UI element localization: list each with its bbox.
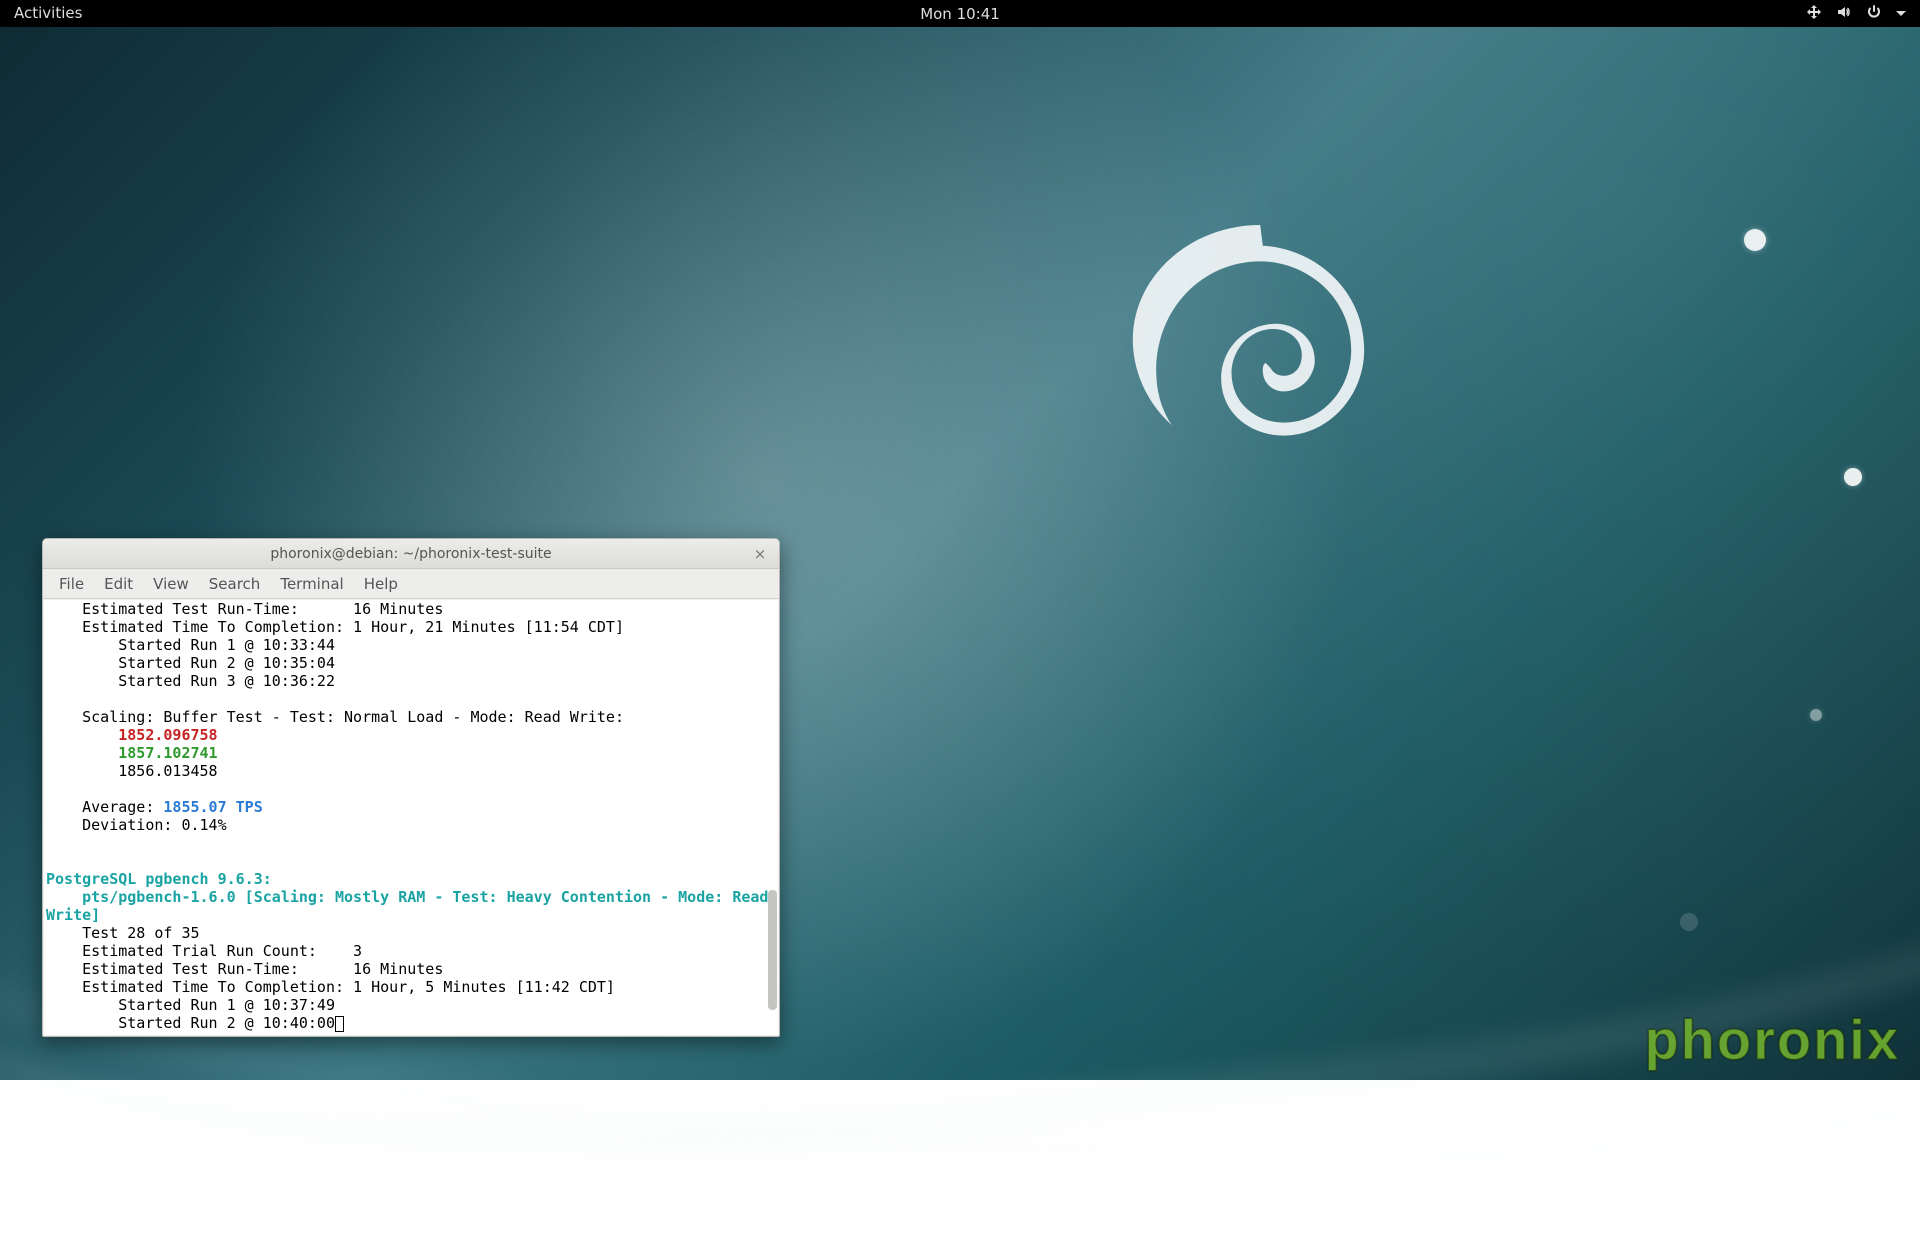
- phoronix-watermark: phoronix: [1644, 1007, 1900, 1072]
- menu-file[interactable]: File: [49, 571, 94, 597]
- window-titlebar[interactable]: phoronix@debian: ~/phoronix-test-suite ×: [43, 539, 779, 569]
- system-menu-chevron-icon[interactable]: [1896, 5, 1906, 23]
- term-line: Scaling: Buffer Test - Test: Normal Load…: [46, 708, 624, 726]
- menu-view[interactable]: View: [143, 571, 199, 597]
- term-line: Test 28 of 35: [46, 924, 200, 942]
- term-line: Started Run 1 @ 10:37:49: [46, 996, 335, 1014]
- power-icon[interactable]: [1866, 4, 1882, 24]
- term-line: [46, 888, 82, 906]
- term-line: Estimated Time To Completion: 1 Hour, 5 …: [46, 978, 615, 996]
- window-title: phoronix@debian: ~/phoronix-test-suite: [43, 546, 779, 562]
- wallpaper-bokeh: [1844, 468, 1862, 486]
- term-value-max: 1857.102741: [118, 744, 217, 762]
- term-line: Estimated Test Run-Time: 16 Minutes: [46, 600, 443, 618]
- term-line: Started Run 3 @ 10:36:22: [46, 672, 335, 690]
- terminal-scrollbar[interactable]: [766, 600, 778, 1035]
- window-close-button[interactable]: ×: [751, 545, 769, 563]
- term-line: Estimated Time To Completion: 1 Hour, 21…: [46, 618, 624, 636]
- term-line: Average:: [46, 798, 163, 816]
- terminal-output[interactable]: Estimated Test Run-Time: 16 Minutes Esti…: [44, 600, 778, 1035]
- volume-icon[interactable]: [1836, 4, 1852, 24]
- menu-bar: File Edit View Search Terminal Help: [43, 569, 779, 599]
- scrollbar-thumb[interactable]: [768, 890, 777, 1010]
- term-test-header: PostgreSQL pgbench 9.6.3:: [46, 870, 272, 888]
- term-line: 1856.013458: [46, 762, 218, 780]
- activities-button[interactable]: Activities: [0, 0, 96, 27]
- top-panel: Activities Mon 10:41: [0, 0, 1920, 27]
- term-line: [46, 744, 118, 762]
- network-icon[interactable]: [1806, 4, 1822, 24]
- panel-clock[interactable]: Mon 10:41: [0, 5, 1920, 23]
- wallpaper-bokeh: [1744, 229, 1766, 251]
- wallpaper-bokeh: [1680, 913, 1698, 931]
- wallpaper-bokeh: [1810, 709, 1822, 721]
- menu-help[interactable]: Help: [354, 571, 408, 597]
- term-value-min: 1852.096758: [118, 726, 217, 744]
- terminal-cursor: [335, 1016, 344, 1032]
- term-test-subheader: Write]: [46, 906, 100, 924]
- terminal-window: phoronix@debian: ~/phoronix-test-suite ×…: [42, 538, 780, 1037]
- menu-terminal[interactable]: Terminal: [270, 571, 353, 597]
- term-line: Estimated Trial Run Count: 3: [46, 942, 362, 960]
- term-line: Deviation: 0.14%: [46, 816, 227, 834]
- term-test-subheader: pts/pgbench-1.6.0 [Scaling: Mostly RAM -…: [82, 888, 777, 906]
- term-line: Started Run 1 @ 10:33:44: [46, 636, 335, 654]
- term-value-average: 1855.07 TPS: [163, 798, 262, 816]
- terminal-viewport[interactable]: Estimated Test Run-Time: 16 Minutes Esti…: [44, 600, 778, 1035]
- term-line: [46, 726, 118, 744]
- debian-swirl-icon: [1125, 225, 1385, 485]
- menu-search[interactable]: Search: [199, 571, 271, 597]
- term-line: Estimated Test Run-Time: 16 Minutes: [46, 960, 443, 978]
- term-line: Started Run 2 @ 10:35:04: [46, 654, 335, 672]
- term-line: Started Run 2 @ 10:40:00: [46, 1014, 335, 1032]
- menu-edit[interactable]: Edit: [94, 571, 143, 597]
